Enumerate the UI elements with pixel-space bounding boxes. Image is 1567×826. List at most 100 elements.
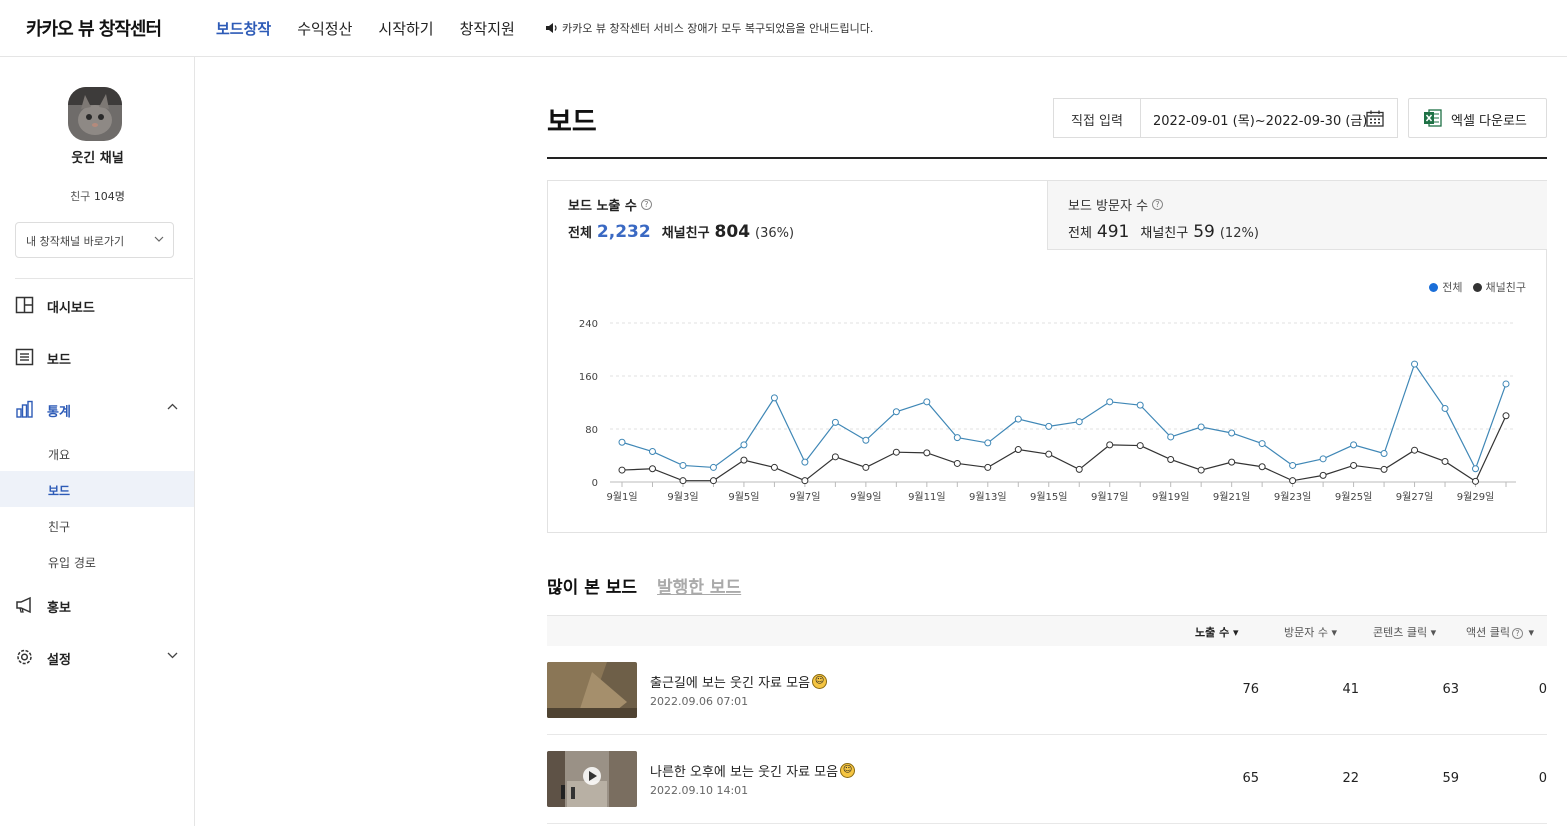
sidebar: 웃긴 채널 친구 104명 내 창작채널 바로가기 대시보드 보드 통계 개요 …	[0, 57, 195, 826]
data-point	[1228, 429, 1236, 437]
y-tick-label: 0	[592, 478, 598, 489]
data-point	[740, 456, 748, 464]
sidebar-item-settings[interactable]: 설정	[0, 639, 194, 675]
data-point	[953, 434, 961, 442]
x-tick-label: 9월23일	[1274, 491, 1312, 503]
x-tick-label: 9월15일	[1030, 491, 1068, 503]
nav-support[interactable]: 창작지원	[460, 18, 515, 39]
data-point	[892, 448, 900, 456]
board-thumbnail[interactable]	[547, 751, 637, 807]
date-range-picker[interactable]: 직접 입력 2022-09-01 (목)~2022-09-30 (금)	[1053, 98, 1398, 138]
data-point	[984, 439, 992, 447]
laughing-emoji-icon: ☺	[840, 763, 856, 778]
sidebar-item-label: 통계	[47, 405, 71, 420]
data-point	[1136, 401, 1144, 409]
cell-exposure: 76	[1242, 682, 1259, 697]
data-point	[1472, 465, 1480, 473]
series-line-total	[621, 362, 1507, 471]
brand-logo[interactable]: 카카오 뷰 창작센터	[26, 15, 162, 41]
x-tick-label: 9월19일	[1152, 491, 1190, 503]
board-tabs: 많이 본 보드 발행한 보드	[547, 573, 741, 598]
data-point	[1350, 461, 1358, 469]
data-point	[953, 459, 961, 467]
data-point	[801, 477, 809, 485]
x-tick-label: 9월7일	[789, 491, 820, 503]
tab-most-viewed[interactable]: 많이 본 보드	[547, 573, 637, 598]
data-point	[1502, 380, 1510, 388]
data-point	[679, 461, 687, 469]
data-point	[1045, 422, 1053, 430]
data-point	[1258, 463, 1266, 471]
channel-select[interactable]: 내 창작채널 바로가기	[15, 222, 174, 258]
sidebar-item-promotion[interactable]: 홍보	[0, 587, 194, 623]
excel-icon	[1424, 109, 1442, 127]
tab-published[interactable]: 발행한 보드	[657, 573, 741, 598]
cell-exposure: 65	[1242, 771, 1259, 786]
calendar-icon[interactable]	[1366, 110, 1384, 127]
sidebar-subitem-traffic[interactable]: 유입 경로	[0, 543, 194, 579]
col-label: 노출 수	[1195, 626, 1230, 639]
avatar[interactable]	[68, 87, 122, 141]
y-tick-label: 160	[579, 372, 598, 383]
data-point	[1106, 441, 1114, 449]
data-point	[1289, 477, 1297, 485]
data-point	[770, 463, 778, 471]
sidebar-divider	[15, 278, 193, 279]
y-tick-label: 80	[585, 425, 598, 436]
data-point	[1380, 450, 1388, 458]
x-tick-label: 9월11일	[908, 491, 946, 503]
sidebar-item-board[interactable]: 보드	[0, 339, 194, 375]
sidebar-subitem-overview[interactable]: 개요	[0, 435, 194, 471]
sidebar-item-stats[interactable]: 통계	[0, 391, 194, 427]
data-point	[740, 441, 748, 449]
data-point	[1319, 471, 1327, 479]
chevron-up-icon	[167, 403, 178, 410]
direct-input-button[interactable]: 직접 입력	[1054, 99, 1141, 137]
data-point	[1350, 441, 1358, 449]
board-title[interactable]: 출근길에 보는 웃긴 자료 모음 ☺	[650, 672, 828, 691]
cell-content-click: 59	[1442, 771, 1459, 786]
board-title[interactable]: 나른한 오후에 보는 웃긴 자료 모음 ☺	[650, 761, 856, 780]
help-icon[interactable]: ?	[1511, 628, 1523, 639]
data-point	[1289, 461, 1297, 469]
friends-value: 104명	[93, 190, 125, 203]
col-label: 콘텐츠 클릭	[1373, 626, 1428, 639]
data-point	[648, 448, 656, 456]
x-tick-label: 9월27일	[1396, 491, 1434, 503]
x-tick-label: 9월5일	[728, 491, 759, 503]
col-content-click[interactable]: 콘텐츠 클릭 ▾	[1373, 624, 1436, 640]
sidebar-item-dashboard[interactable]: 대시보드	[0, 287, 194, 323]
data-point	[862, 463, 870, 471]
x-tick-label: 9월9일	[850, 491, 881, 503]
data-point	[923, 449, 931, 457]
data-point	[1441, 404, 1449, 412]
notice-banner[interactable]: 카카오 뷰 창작센터 서비스 장애가 모두 복구되었음을 안내드립니다.	[545, 20, 873, 36]
data-point	[831, 453, 839, 461]
data-point	[1258, 440, 1266, 448]
data-point	[709, 463, 717, 471]
table-row[interactable]: 나른한 오후에 보는 웃긴 자료 모음 ☺ 2022.09.10 14:01 65…	[547, 735, 1547, 824]
gear-icon	[17, 649, 32, 665]
date-range-field[interactable]: 2022-09-01 (목)~2022-09-30 (금)	[1141, 99, 1397, 137]
nav-getting-started[interactable]: 시작하기	[378, 18, 433, 39]
sidebar-subitem-friends[interactable]: 친구	[0, 507, 194, 543]
top-bar: 카카오 뷰 창작센터 보드창작 수익정산 시작하기 창작지원 카카오 뷰 창작센…	[0, 0, 1567, 57]
data-point	[1014, 415, 1022, 423]
board-title-text: 출근길에 보는 웃긴 자료 모음	[650, 676, 811, 691]
col-action-click[interactable]: 액션 클릭? ▾	[1466, 624, 1534, 640]
x-tick-label: 9월13일	[969, 491, 1007, 503]
board-date: 2022.09.06 07:01	[650, 695, 749, 708]
nav-board-create[interactable]: 보드창작	[216, 18, 271, 39]
x-tick-label: 9월21일	[1213, 491, 1251, 503]
sidebar-subitem-board[interactable]: 보드	[0, 471, 194, 507]
stats-card: 보드 노출 수? 전체 2,232 채널친구 804 (36%) 보드 방문자 …	[547, 180, 1547, 533]
laughing-emoji-icon: ☺	[812, 674, 828, 689]
board-thumbnail[interactable]	[547, 662, 637, 718]
table-row[interactable]: 출근길에 보는 웃긴 자료 모음 ☺ 2022.09.06 07:01 76 41…	[547, 646, 1547, 735]
nav-settlement[interactable]: 수익정산	[297, 18, 352, 39]
col-visitors[interactable]: 방문자 수 ▾	[1284, 624, 1337, 640]
excel-download-button[interactable]: 엑셀 다운로드	[1408, 98, 1547, 138]
data-point	[1411, 446, 1419, 454]
x-tick-label: 9월29일	[1457, 491, 1495, 503]
col-exposure[interactable]: 노출 수 ▾	[1195, 624, 1239, 640]
